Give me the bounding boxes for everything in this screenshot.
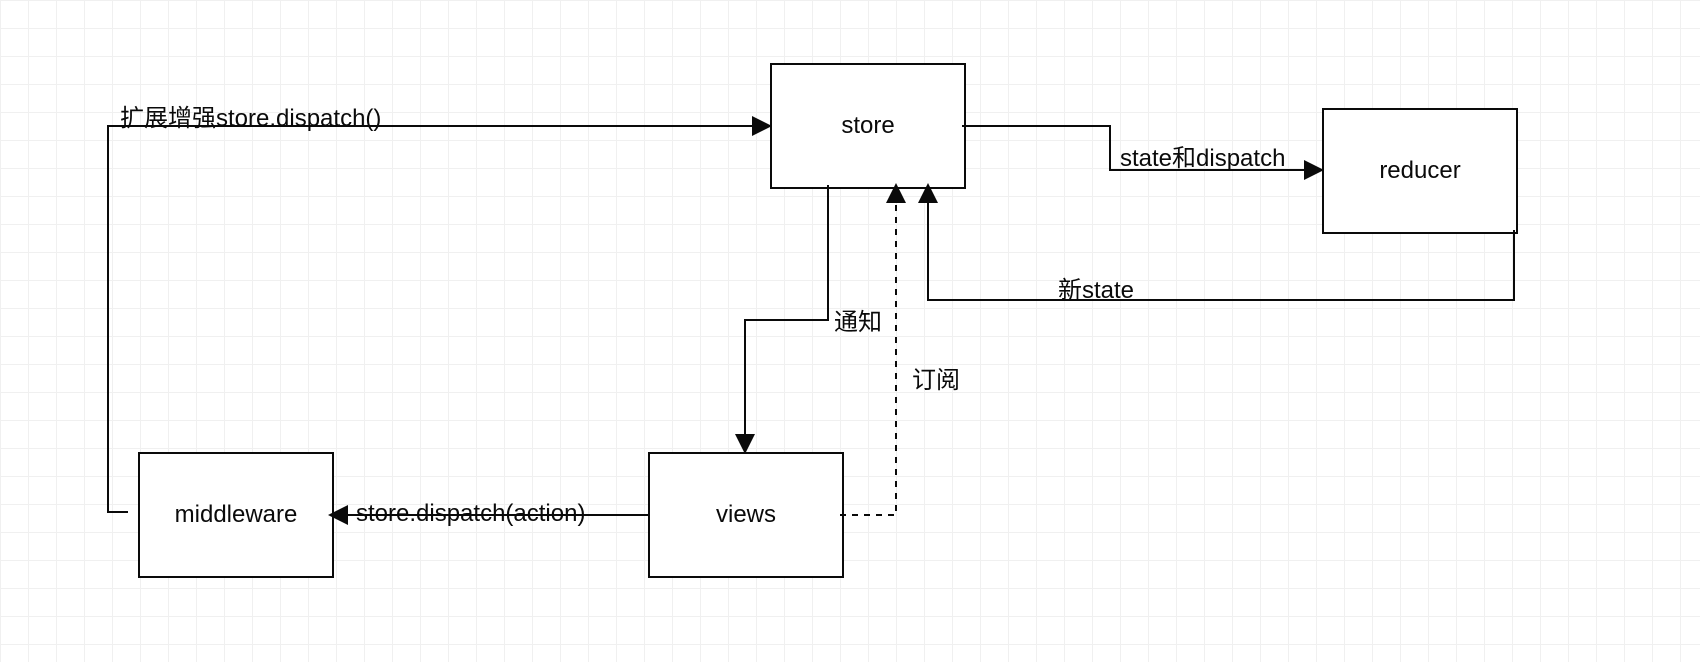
label-enhance: 扩展增强store.dispatch() — [120, 98, 381, 133]
node-views: views — [648, 452, 844, 578]
diagram-canvas: store reducer views middleware 扩展增强store… — [0, 0, 1700, 662]
label-new-state: 新state — [1058, 270, 1134, 305]
label-notify: 通知 — [834, 302, 882, 337]
label-dispatch: store.dispatch(action) — [356, 500, 585, 528]
node-reducer-label: reducer — [1379, 157, 1460, 185]
node-views-label: views — [716, 501, 776, 529]
label-state-dispatch: state和dispatch — [1120, 138, 1285, 173]
node-store-label: store — [841, 112, 894, 140]
edge-notify — [745, 185, 828, 452]
node-middleware-label: middleware — [175, 501, 298, 529]
node-store: store — [770, 63, 966, 189]
node-middleware: middleware — [138, 452, 334, 578]
label-subscribe: 订阅 — [912, 360, 960, 395]
edge-subscribe — [840, 185, 896, 515]
node-reducer: reducer — [1322, 108, 1518, 234]
